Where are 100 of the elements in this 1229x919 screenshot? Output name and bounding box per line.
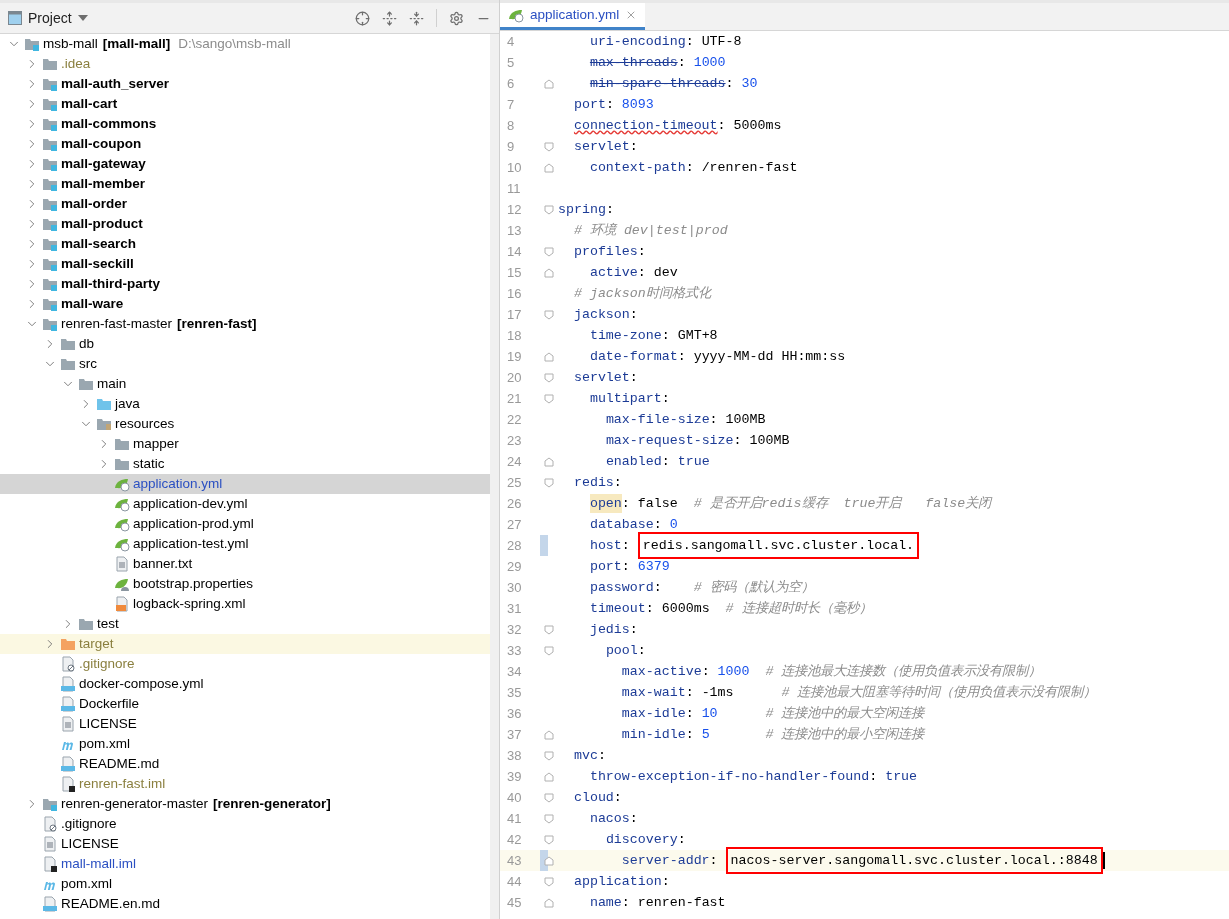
line-number: 5	[506, 53, 516, 72]
leaf-icon	[508, 7, 524, 23]
fold-marker-icon[interactable]	[544, 78, 554, 89]
tree-item[interactable]: test	[0, 614, 490, 634]
tree-item[interactable]: .gitignore	[0, 814, 490, 834]
yaml-key: server-addr	[621, 850, 710, 871]
editor-tab[interactable]: application.yml	[500, 3, 646, 30]
tree-item[interactable]: java	[0, 394, 490, 414]
tree-item[interactable]: db	[0, 334, 490, 354]
fold-marker-icon[interactable]	[544, 897, 554, 908]
file-name: mall-product	[61, 214, 143, 233]
collapse-all-icon[interactable]	[409, 10, 424, 26]
fold-marker-icon[interactable]	[544, 246, 554, 257]
tree-item[interactable]: mall-product	[0, 214, 490, 234]
settings-icon[interactable]	[449, 10, 464, 26]
tree-item[interactable]: mall-seckill	[0, 254, 490, 274]
colon: :	[677, 347, 687, 366]
yaml-key: pool	[605, 640, 638, 661]
tree-item[interactable]: mall-auth_server	[0, 74, 490, 94]
tree-item[interactable]: banner.txt	[0, 554, 490, 574]
fold-marker-icon[interactable]	[544, 141, 554, 152]
fold-marker-icon[interactable]	[544, 792, 554, 803]
tree-item[interactable]: renren-fast.iml	[0, 774, 490, 794]
tree-item[interactable]: LICENSE	[0, 714, 490, 734]
file-name: mall-coupon	[61, 134, 142, 153]
tree-item[interactable]: mall-commons	[0, 114, 490, 134]
line-number: 9	[506, 137, 516, 156]
fold-marker-icon[interactable]	[544, 351, 554, 362]
colon: :	[869, 767, 879, 786]
fold-marker-icon[interactable]	[544, 477, 554, 488]
tree-item[interactable]: mall-search	[0, 234, 490, 254]
yaml-value: true	[677, 452, 710, 471]
tree-item[interactable]: application-dev.yml	[0, 494, 490, 514]
locate-icon[interactable]	[355, 10, 370, 26]
code-comment: # 是否开启redis缓存 true开启 false关闭	[692, 494, 992, 513]
tree-item[interactable]: mall-member	[0, 174, 490, 194]
yaml-key: port	[589, 556, 622, 577]
yaml-value: 5000ms	[733, 116, 782, 135]
yaml-value: renren-fast	[637, 893, 726, 912]
tree-item[interactable]: mall-order	[0, 194, 490, 214]
tree-item[interactable]: main	[0, 374, 490, 394]
file-name: mall-cart	[61, 94, 118, 113]
fold-marker-icon[interactable]	[544, 309, 554, 320]
fold-marker-icon[interactable]	[544, 267, 554, 278]
tree-item[interactable]: LICENSE	[0, 834, 490, 854]
yaml-key: active	[589, 262, 638, 283]
tree-item[interactable]: renren-fast-master [renren-fast]	[0, 314, 490, 334]
tree-item[interactable]: pom.xml	[0, 874, 490, 894]
line-number: 21	[506, 389, 523, 408]
fold-marker-icon[interactable]	[544, 645, 554, 656]
line-number: 28	[506, 536, 523, 555]
tree-item[interactable]: mall-mall.iml	[0, 854, 490, 874]
tree-item[interactable]: application-test.yml	[0, 534, 490, 554]
tree-item[interactable]: README.md	[0, 754, 490, 774]
tree-item[interactable]: .gitignore	[0, 654, 490, 674]
line-number: 44	[506, 872, 523, 891]
scrollbar[interactable]	[490, 34, 499, 919]
tree-item[interactable]: Dockerfile	[0, 694, 490, 714]
fold-marker-icon[interactable]	[544, 729, 554, 740]
tree-item[interactable]: mapper	[0, 434, 490, 454]
expand-all-icon[interactable]	[382, 10, 397, 26]
tree-item[interactable]: src	[0, 354, 490, 374]
file-name: renren-generator-master	[61, 794, 209, 813]
tree-item[interactable]: mall-coupon	[0, 134, 490, 154]
fold-marker-icon[interactable]	[544, 876, 554, 887]
fold-marker-icon[interactable]	[544, 813, 554, 824]
fold-marker-icon[interactable]	[544, 204, 554, 215]
tree-item[interactable]: mall-third-party	[0, 274, 490, 294]
tree-item[interactable]: msb-mall [mall-mall] D:\sango\msb-mall	[0, 34, 490, 54]
fold-marker-icon[interactable]	[544, 162, 554, 173]
tree-item[interactable]: logback-spring.xml	[0, 594, 490, 614]
line-number: 27	[506, 515, 523, 534]
tree-item[interactable]: mall-cart	[0, 94, 490, 114]
tree-item[interactable]: resources	[0, 414, 490, 434]
tree-item[interactable]: bootstrap.properties	[0, 574, 490, 594]
fold-marker-icon[interactable]	[544, 834, 554, 845]
file-name: static	[133, 454, 165, 473]
tree-item[interactable]: application-prod.yml	[0, 514, 490, 534]
tree-item[interactable]: mall-gateway	[0, 154, 490, 174]
tree-item[interactable]: pom.xml	[0, 734, 490, 754]
tree-item[interactable]: .idea	[0, 54, 490, 74]
yaml-key: servlet	[573, 136, 630, 157]
fold-marker-icon[interactable]	[544, 393, 554, 404]
fold-marker-icon[interactable]	[544, 855, 554, 866]
tree-item[interactable]: target	[0, 634, 490, 654]
tree-item[interactable]: application.yml	[0, 474, 490, 494]
yaml-value: false	[637, 494, 678, 513]
fold-marker-icon[interactable]	[544, 771, 554, 782]
fold-marker-icon[interactable]	[544, 750, 554, 761]
fold-marker-icon[interactable]	[544, 372, 554, 383]
tree-item[interactable]: renren-generator-master [renren-generator]	[0, 794, 490, 814]
tree-item[interactable]: README.en.md	[0, 894, 490, 914]
yaml-key: max-active	[621, 661, 702, 682]
yaml-key: database	[589, 514, 654, 535]
project-view-dropdown[interactable]: Project	[28, 7, 88, 29]
fold-marker-icon[interactable]	[544, 456, 554, 467]
tree-item[interactable]: docker-compose.yml	[0, 674, 490, 694]
tree-item[interactable]: static	[0, 454, 490, 474]
fold-marker-icon[interactable]	[544, 624, 554, 635]
tree-item[interactable]: mall-ware	[0, 294, 490, 314]
